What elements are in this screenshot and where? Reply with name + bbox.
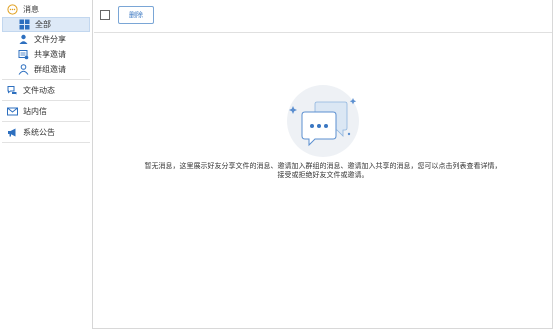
sidebar-group-messages-label: 消息 [23,4,39,14]
megaphone-icon [7,127,18,138]
sidebar-item-all[interactable]: 全部 [2,17,90,32]
sidebar-item-label: 站内信 [23,106,47,116]
toolbar: 删除 [94,0,552,33]
sidebar-item-label: 文件动态 [23,85,55,95]
envelope-icon [7,106,18,117]
empty-state-message-line1: 暂无消息，这里展示好友分享文件的消息、邀请加入群组的消息、邀请加入共享的消息，您… [144,162,502,170]
select-all-checkbox[interactable] [100,10,110,20]
sidebar-group-messages[interactable]: 消息 [0,1,92,17]
sidebar-divider [2,121,90,122]
chat-dots-icon [7,3,18,15]
sidebar-item-label: 系统公告 [23,127,55,137]
delete-button[interactable]: 删除 [118,6,154,24]
group-invite-icon [18,64,29,75]
sidebar-divider [2,79,90,80]
sidebar-item-file-activity[interactable]: 文件动态 [0,82,92,98]
sidebar-item-group-invite[interactable]: 群组邀请 [2,62,90,77]
sidebar-divider [2,100,90,101]
sidebar-item-announcement[interactable]: 系统公告 [0,124,92,140]
sidebar: 消息 全部 文件分享 共享邀请 群组邀请 文件动态 站内信 系统公告 [0,0,93,329]
sidebar-divider [2,142,90,143]
empty-state-message: 暂无消息，这里展示好友分享文件的消息、邀请加入群组的消息、邀请加入共享的消息，您… [143,162,503,180]
sidebar-item-label: 文件分享 [34,35,66,44]
shared-folder-icon [18,49,29,60]
sidebar-item-label: 群组邀请 [34,65,66,74]
grid-icon [19,19,30,30]
sidebar-item-file-share[interactable]: 文件分享 [2,32,90,47]
person-share-icon [18,34,29,45]
sidebar-item-label: 共享邀请 [34,50,66,59]
sidebar-item-share-invite[interactable]: 共享邀请 [2,47,90,62]
main-panel: 删除 暂无消息，这里展示好友分享文件的消息、邀请加入群组的消息、邀请加入共享的消… [94,0,552,328]
chat-bubbles-icon [7,85,18,96]
empty-state-message-line2: 接受或拒绝好友文件或邀请。 [277,171,369,179]
empty-state: 暂无消息，这里展示好友分享文件的消息、邀请加入群组的消息、邀请加入共享的消息，您… [94,84,552,180]
empty-messages-illustration [287,85,359,157]
sidebar-item-inbox[interactable]: 站内信 [0,103,92,119]
sidebar-item-label: 全部 [35,20,51,29]
